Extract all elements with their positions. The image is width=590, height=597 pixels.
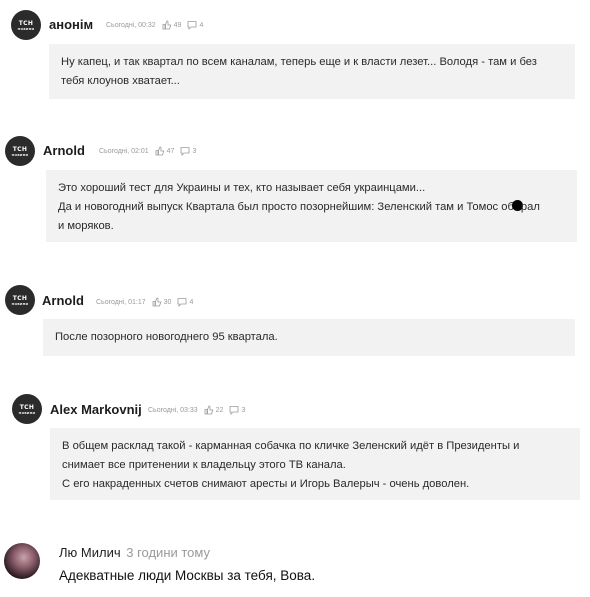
like-button[interactable]: 22 <box>204 405 224 415</box>
dislike-count: 3 <box>192 147 197 155</box>
like-count: 47 <box>166 147 175 155</box>
comment-time: Сьогодні, 02:01 <box>99 147 149 155</box>
avatar[interactable]: TCH НОВИНИ <box>11 10 41 40</box>
comment-meta: Сьогодні, 03:33 22 3 <box>148 405 245 415</box>
reply-button[interactable]: 4 <box>187 20 203 30</box>
avatar[interactable]: TCH НОВИНИ <box>5 285 35 315</box>
avatar[interactable]: TCH НОВИНИ <box>12 394 42 424</box>
dislike-count: 4 <box>189 298 194 306</box>
comment-author[interactable]: Arnold <box>42 293 84 308</box>
comment-author[interactable]: Лю Милич <box>59 545 121 560</box>
dislike-count: 3 <box>241 406 246 414</box>
comment-author[interactable]: Alex Markovnij <box>50 402 142 417</box>
reply-button[interactable]: 3 <box>229 405 245 415</box>
reply-button[interactable]: 4 <box>177 297 193 307</box>
comment-icon <box>181 147 190 156</box>
like-count: 30 <box>163 298 172 306</box>
dislike-count: 4 <box>199 21 204 29</box>
comment-text: Это хороший тест для Украины и тех, кто … <box>46 170 577 242</box>
like-button[interactable]: 30 <box>152 297 172 307</box>
thumbs-up-icon <box>204 405 214 415</box>
comment-time: 3 години тому <box>126 545 210 560</box>
reply-button[interactable]: 3 <box>180 146 196 156</box>
comment-author[interactable]: Arnold <box>43 143 85 158</box>
comment-time: Сьогодні, 01:17 <box>96 298 146 306</box>
comment-text: После позорного новогоднего 95 квартала. <box>43 319 575 356</box>
like-button[interactable]: 49 <box>162 20 182 30</box>
avatar[interactable] <box>4 543 40 579</box>
comment-icon <box>188 21 197 30</box>
thumbs-up-icon <box>155 146 165 156</box>
comment-meta: Сьогодні, 00:32 49 4 <box>106 20 203 30</box>
comment-header: Лю Милич 3 години тому <box>59 545 210 560</box>
comment-time: Сьогодні, 00:32 <box>106 21 156 29</box>
comment-text: В общем расклад такой - карманная собачк… <box>50 428 580 500</box>
comment-text: Адекватные люди Москвы за тебя, Вова. <box>59 568 316 583</box>
comment-meta: Сьогодні, 01:17 30 4 <box>96 297 193 307</box>
comment-icon <box>230 406 239 415</box>
comment-icon <box>178 298 187 307</box>
thumbs-up-icon <box>152 297 162 307</box>
comment-text: Ну капец, и так квартал по всем каналам,… <box>49 44 575 99</box>
comment-meta: Сьогодні, 02:01 47 3 <box>99 146 196 156</box>
like-count: 49 <box>173 21 182 29</box>
comment-author[interactable]: анонім <box>49 17 93 32</box>
like-button[interactable]: 47 <box>155 146 175 156</box>
comment-time: Сьогодні, 03:33 <box>148 406 198 414</box>
thumbs-up-icon <box>162 20 172 30</box>
avatar[interactable]: TCH НОВИНИ <box>5 136 35 166</box>
like-count: 22 <box>215 406 224 414</box>
